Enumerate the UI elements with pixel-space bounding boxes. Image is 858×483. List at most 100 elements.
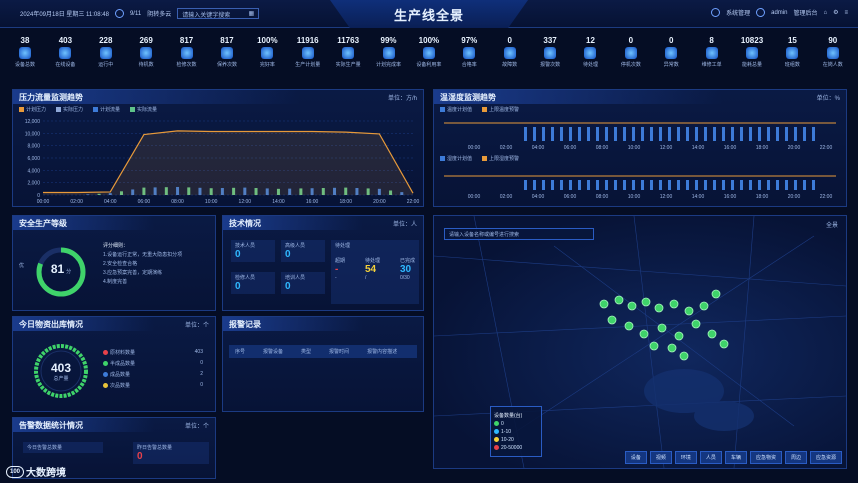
map-pin[interactable] bbox=[711, 289, 721, 299]
kpi-item[interactable]: 100% 完好率 bbox=[252, 36, 282, 82]
kpi-item[interactable]: 100% 设备利用率 bbox=[414, 36, 444, 82]
map-pin[interactable] bbox=[614, 295, 624, 305]
map-pin[interactable] bbox=[674, 331, 684, 341]
kpi-item[interactable]: 403 在线设备 bbox=[50, 36, 80, 82]
map-layer-button[interactable]: 环境 bbox=[674, 451, 697, 464]
map-pin[interactable] bbox=[667, 343, 677, 353]
map-layer-button[interactable]: 人员 bbox=[699, 451, 722, 464]
map-pin[interactable] bbox=[649, 341, 659, 351]
gear-icon[interactable]: ⚙ bbox=[833, 9, 838, 16]
user-icon[interactable] bbox=[756, 8, 766, 17]
map-pin[interactable] bbox=[679, 351, 689, 361]
env-bar bbox=[794, 127, 797, 141]
kpi-item[interactable]: 11916 生产计划量 bbox=[293, 36, 323, 82]
kpi-item[interactable]: 11763 实际生产量 bbox=[333, 36, 363, 82]
map-panel: 请输入设备名称或编号进行搜索 全景 设备数量(台) 0 1-10 10-20 2… bbox=[433, 215, 847, 469]
x-tick-label: 00:00 bbox=[468, 194, 481, 200]
kpi-item[interactable]: 8 维修工单 bbox=[697, 36, 727, 82]
x-tick-label: 14:00 bbox=[692, 194, 705, 200]
kpi-item[interactable]: 0 故障数 bbox=[495, 36, 525, 82]
kpi-item[interactable]: 99% 计划完成率 bbox=[374, 36, 404, 82]
map-pin[interactable] bbox=[641, 297, 651, 307]
safety-rules-title: 评分细则： bbox=[103, 243, 129, 249]
env-bar bbox=[578, 180, 581, 190]
map-pin[interactable] bbox=[691, 319, 701, 329]
env-chart-bottom: 00:00 02:00 04:00 06:00 08:00 10:00 12:00 14:00… bbox=[444, 175, 836, 200]
map-pin[interactable] bbox=[624, 321, 634, 331]
header-search[interactable]: 请输入关键字搜索 ▦ bbox=[177, 8, 260, 19]
admin-link[interactable]: 管理后台 bbox=[793, 8, 817, 17]
map-pin[interactable] bbox=[627, 301, 637, 311]
page-title: 生产线全景 bbox=[393, 7, 464, 23]
kpi-value: 15 bbox=[787, 36, 797, 45]
map-pin[interactable] bbox=[669, 299, 679, 309]
kpi-item[interactable]: 228 运行中 bbox=[91, 36, 121, 82]
map-pin[interactable] bbox=[707, 329, 717, 339]
kpi-item[interactable]: 269 待机数 bbox=[131, 36, 161, 82]
tech-panel-unit: 单位：人 bbox=[392, 221, 417, 228]
today-alarm-label: 今日告警总数量 bbox=[27, 445, 63, 451]
kpi-item[interactable]: 817 检修次数 bbox=[172, 36, 202, 82]
kpi-label: 在岗人数 bbox=[822, 62, 843, 68]
env-bar bbox=[533, 180, 536, 190]
map-pin[interactable] bbox=[639, 329, 649, 339]
map-fullscreen[interactable]: 全景 bbox=[826, 220, 838, 229]
alarm-panel-header: 报警记录 bbox=[223, 317, 423, 331]
kpi-item[interactable]: 0 停机次数 bbox=[616, 36, 646, 82]
map-layer-button[interactable]: 应急物资 bbox=[749, 451, 782, 464]
env-bar bbox=[641, 180, 644, 190]
map-pin[interactable] bbox=[599, 299, 609, 309]
map-layer-button[interactable]: 车辆 bbox=[724, 451, 747, 464]
map-pin[interactable] bbox=[654, 303, 664, 313]
kpi-value: 0 bbox=[507, 36, 512, 45]
inventory-row: 次品数量 0 bbox=[103, 382, 203, 389]
kpi-icon bbox=[786, 47, 799, 59]
kpi-item[interactable]: 817 保养次数 bbox=[212, 36, 242, 82]
kpi-icon bbox=[544, 47, 557, 59]
kpi-item[interactable]: 10823 能耗总量 bbox=[737, 36, 767, 82]
kpi-item[interactable]: 90 在岗人数 bbox=[818, 36, 848, 82]
kpi-label: 班组数 bbox=[784, 62, 800, 68]
tech-box-value: 0 bbox=[285, 249, 291, 260]
env-bar bbox=[677, 127, 680, 141]
env-bar bbox=[758, 180, 761, 190]
user-name[interactable]: admin bbox=[771, 10, 787, 16]
map-pin[interactable] bbox=[699, 301, 709, 311]
map-pin[interactable] bbox=[684, 306, 694, 316]
safety-score: 81 bbox=[50, 262, 65, 276]
map-layer-button[interactable]: 设备 bbox=[624, 451, 647, 464]
x-tick-label: 02:00 bbox=[70, 199, 83, 205]
kpi-item[interactable]: 97% 合格率 bbox=[454, 36, 484, 82]
env-bar bbox=[785, 127, 788, 141]
tech-box-label: 检修人员 bbox=[235, 275, 256, 281]
kpi-item[interactable]: 0 异常数 bbox=[656, 36, 686, 82]
kpi-item[interactable]: 38 设备总数 bbox=[10, 36, 40, 82]
map-legend: 设备数量(台) 0 1-10 10-20 20-50000 bbox=[490, 406, 542, 457]
kpi-value: 11763 bbox=[337, 36, 360, 45]
calendar-icon[interactable]: ▦ bbox=[249, 10, 255, 17]
x-tick-label: 06:00 bbox=[138, 199, 151, 205]
x-tick-label: 18:00 bbox=[756, 145, 769, 151]
kpi-icon bbox=[59, 47, 72, 59]
env-bar bbox=[623, 180, 626, 190]
home-icon[interactable]: ⌂ bbox=[823, 10, 827, 16]
map-pin[interactable] bbox=[607, 315, 617, 325]
map-pin[interactable] bbox=[657, 323, 667, 333]
kpi-value: 8 bbox=[709, 36, 714, 45]
kpi-item[interactable]: 12 待处理 bbox=[575, 36, 605, 82]
tech-box-value: 0 bbox=[235, 249, 241, 260]
x-tick-label: 08:00 bbox=[596, 194, 609, 200]
kpi-icon bbox=[301, 47, 314, 59]
map-layer-button[interactable]: 应急资源 bbox=[809, 451, 842, 464]
kpi-item[interactable]: 15 班组数 bbox=[777, 36, 807, 82]
map-layer-button[interactable]: 视频 bbox=[649, 451, 672, 464]
map-search-input[interactable]: 请输入设备名称或编号进行搜索 bbox=[444, 228, 594, 240]
map-layer-button[interactable]: 周边 bbox=[784, 451, 807, 464]
menu-icon[interactable]: ≡ bbox=[844, 10, 848, 16]
env-legend-bottom: 湿度计划值 上限湿度预警 bbox=[434, 153, 846, 164]
alarm-table-header: 序号 报警设备 类型 报警时间 报警内容描述 bbox=[229, 345, 417, 358]
env-bar bbox=[668, 127, 671, 141]
kpi-item[interactable]: 337 报警次数 bbox=[535, 36, 565, 82]
kpi-icon bbox=[140, 47, 153, 59]
map-pin[interactable] bbox=[719, 339, 729, 349]
